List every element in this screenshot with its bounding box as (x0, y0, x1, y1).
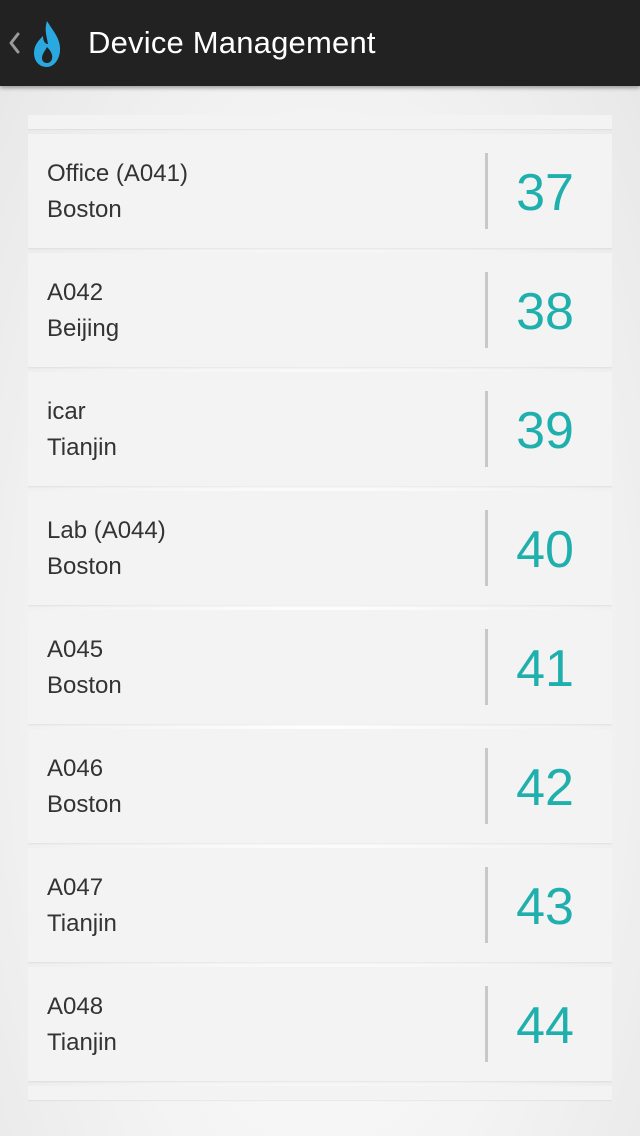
device-row[interactable]: A047 Tianjin 43 (28, 848, 612, 962)
device-name: icar (47, 398, 86, 425)
device-row[interactable]: A046 Boston 42 (28, 729, 612, 843)
device-number: 37 (516, 164, 574, 222)
device-name: Office (A041) (47, 160, 188, 187)
device-row[interactable]: A045 Boston 41 (28, 610, 612, 724)
device-name: A046 (47, 755, 104, 782)
device-number: 44 (516, 997, 574, 1055)
device-name: A047 (47, 874, 104, 901)
device-number: 42 (516, 759, 574, 817)
device-city: Boston (47, 553, 122, 580)
device-number: 40 (516, 521, 574, 579)
chevron-left-icon (9, 32, 20, 54)
device-name: A048 (47, 993, 104, 1020)
list-item-partial (28, 115, 612, 129)
flame-logo-icon (34, 21, 61, 67)
device-city: Boston (47, 196, 122, 223)
device-city: Tianjin (47, 434, 117, 461)
device-name: A045 (47, 636, 104, 663)
device-city: Boston (47, 791, 122, 818)
device-row[interactable]: A048 Tianjin 44 (28, 967, 612, 1081)
device-number: 38 (516, 283, 574, 341)
device-row[interactable]: A042 Beijing 38 (28, 253, 612, 367)
device-name: A042 (47, 279, 104, 306)
device-city: Tianjin (47, 1029, 117, 1056)
up-button[interactable] (0, 0, 72, 86)
device-row[interactable]: icar Tianjin 39 (28, 372, 612, 486)
device-name: Lab (A044) (47, 517, 166, 544)
device-list[interactable]: Office (A041) Boston 37 A042 Beijing 38 icar Ti… (28, 115, 612, 1105)
device-city: Boston (47, 672, 122, 699)
device-number: 41 (516, 640, 574, 698)
device-city: Beijing (47, 315, 120, 342)
device-row[interactable]: Lab (A044) Boston 40 (28, 491, 612, 605)
list-item-partial (28, 1086, 612, 1100)
device-city: Tianjin (47, 910, 117, 937)
page-title: Device Management (88, 25, 376, 60)
device-number: 43 (516, 878, 574, 936)
action-bar: Device Management (0, 0, 640, 86)
device-row[interactable]: Office (A041) Boston 37 (28, 134, 612, 248)
device-number: 39 (516, 402, 574, 460)
